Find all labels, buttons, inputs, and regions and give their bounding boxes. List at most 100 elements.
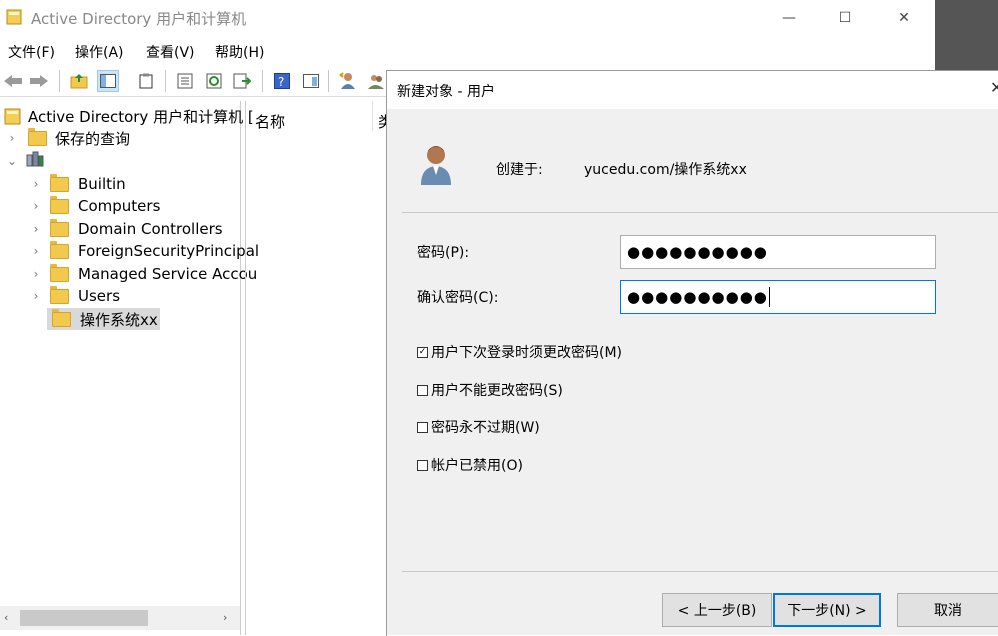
column-divider[interactable] <box>372 101 373 131</box>
option-must-change-password[interactable]: ✓ 用户下次登录时须更改密码(M) <box>417 342 622 362</box>
back-button-label: < 上一步(B) <box>677 603 757 619</box>
back-arrow-icon[interactable] <box>2 70 24 92</box>
menu-file[interactable]: 文件(F) <box>8 42 55 62</box>
forward-arrow-icon[interactable] <box>28 70 50 92</box>
show-hide-tree-icon[interactable] <box>97 70 119 92</box>
domain-icon <box>26 151 44 171</box>
confirm-password-field[interactable]: ●●●●●●●●●● <box>620 280 936 314</box>
maximize-button[interactable]: ☐ <box>822 0 868 36</box>
next-button[interactable]: 下一步(N) > <box>773 593 881 627</box>
password-value: ●●●●●●●●●● <box>627 243 768 261</box>
tree-item-saved-queries[interactable]: › 保存的查询 <box>6 127 130 149</box>
tree-item-label: Domain Controllers <box>78 220 223 238</box>
next-button-label: 下一步(N) > <box>787 603 867 619</box>
folder-icon <box>50 285 69 304</box>
chevron-right-icon[interactable]: › <box>30 222 42 236</box>
tree-item-managed-service-accounts[interactable]: › Managed Service Accou <box>30 263 257 285</box>
divider <box>402 212 998 213</box>
user-avatar-icon <box>418 143 454 191</box>
checkbox-icon[interactable] <box>417 384 428 396</box>
folder-icon <box>28 127 47 146</box>
chevron-right-icon[interactable]: › <box>30 244 42 258</box>
option-label: 帐户已禁用(O) <box>431 458 523 474</box>
chevron-down-icon[interactable]: ⌄ <box>6 154 18 168</box>
cancel-button-label: 取消 <box>934 603 962 619</box>
checkbox-icon[interactable] <box>417 459 428 471</box>
folder-icon <box>50 195 69 214</box>
scrollbar-thumb[interactable] <box>20 610 148 626</box>
tree-item-label: Builtin <box>78 175 126 193</box>
tree-item-domain[interactable]: ⌄ <box>6 150 144 172</box>
chevron-right-icon[interactable]: › <box>30 199 42 213</box>
close-icon: ✕ <box>898 10 910 26</box>
new-group-icon[interactable] <box>365 70 387 92</box>
close-button[interactable]: ✕ <box>881 0 927 36</box>
toolbar-separator <box>59 70 60 92</box>
tree-item-os-ou-selected[interactable]: 操作系统xx <box>47 308 160 330</box>
tree-item-label: ForeignSecurityPrincipal <box>78 242 260 260</box>
tree-item-computers[interactable]: › Computers <box>30 195 160 217</box>
option-label: 用户下次登录时须更改密码(M) <box>431 345 623 361</box>
chevron-right-icon[interactable]: › <box>30 289 42 303</box>
text-cursor <box>768 287 770 307</box>
menu-action[interactable]: 操作(A) <box>75 42 124 62</box>
toolbar-separator <box>328 70 329 92</box>
column-header-name[interactable]: 名称 <box>255 111 285 132</box>
svg-text:?: ? <box>278 75 284 89</box>
confirm-password-label: 确认密码(C): <box>417 290 499 306</box>
divider <box>402 571 998 572</box>
window-title: Active Directory 用户和计算机 <box>31 10 247 28</box>
option-cannot-change-password[interactable]: 用户不能更改密码(S) <box>417 380 563 400</box>
tree-root[interactable]: Active Directory 用户和计算机 [ <box>4 105 254 127</box>
minimize-icon: — <box>782 10 796 26</box>
refresh-icon[interactable] <box>203 70 225 92</box>
scroll-left-icon[interactable]: ‹ <box>4 611 8 624</box>
chevron-right-icon[interactable]: › <box>30 177 42 191</box>
tree-item-users[interactable]: › Users <box>30 285 120 307</box>
checkbox-checked-icon[interactable]: ✓ <box>417 346 428 358</box>
domain-name-redacted <box>52 156 144 166</box>
scroll-right-icon[interactable]: › <box>223 611 227 624</box>
properties-icon[interactable] <box>174 70 196 92</box>
help-icon[interactable]: ? <box>271 70 293 92</box>
ad-app-icon <box>4 108 21 125</box>
password-label: 密码(P): <box>417 245 470 261</box>
option-label: 用户不能更改密码(S) <box>431 383 563 399</box>
option-account-disabled[interactable]: 帐户已禁用(O) <box>417 455 523 475</box>
checkbox-icon[interactable] <box>417 421 428 433</box>
confirm-password-value: ●●●●●●●●●● <box>627 288 768 306</box>
created-in-label: 创建于: <box>496 162 543 178</box>
up-folder-icon[interactable] <box>68 70 90 92</box>
dialog-body <box>387 109 998 635</box>
dialog-close-icon[interactable]: ✕ <box>990 78 998 97</box>
folder-icon <box>50 173 69 192</box>
tree-item-label: Managed Service Accou <box>78 265 258 283</box>
ou-folder-icon <box>52 308 71 327</box>
menu-help[interactable]: 帮助(H) <box>215 42 264 62</box>
password-field[interactable]: ●●●●●●●●●● <box>620 235 936 269</box>
cancel-button[interactable]: 取消 <box>897 593 998 627</box>
tree-item-label: Users <box>78 287 121 305</box>
new-user-icon[interactable] <box>337 70 359 92</box>
tree-item-foreign-security-principals[interactable]: › ForeignSecurityPrincipal <box>30 240 259 262</box>
tree-item-label: 操作系统xx <box>80 310 158 329</box>
option-password-never-expires[interactable]: 密码永不过期(W) <box>417 417 540 437</box>
clipboard-icon[interactable] <box>135 70 157 92</box>
mmc-view-icon[interactable] <box>300 70 322 92</box>
maximize-icon: ☐ <box>838 10 852 26</box>
chevron-right-icon[interactable]: › <box>30 267 42 281</box>
ad-app-icon <box>6 9 22 25</box>
export-list-icon[interactable] <box>231 70 253 92</box>
result-list <box>245 101 388 635</box>
created-in-value: yucedu.com/操作系统xx <box>584 162 747 178</box>
tree-item-builtin[interactable]: › Builtin <box>30 173 126 195</box>
ou-folder-icon <box>50 218 69 237</box>
background-window <box>935 0 998 70</box>
tree-item-label: 保存的查询 <box>55 129 131 148</box>
tree-item-domain-controllers[interactable]: › Domain Controllers <box>30 218 223 240</box>
back-button[interactable]: < 上一步(B) <box>662 593 772 627</box>
menu-view[interactable]: 查看(V) <box>146 42 195 62</box>
minimize-button[interactable]: — <box>766 0 812 36</box>
chevron-right-icon[interactable]: › <box>6 131 18 145</box>
option-label: 密码永不过期(W) <box>431 420 540 436</box>
